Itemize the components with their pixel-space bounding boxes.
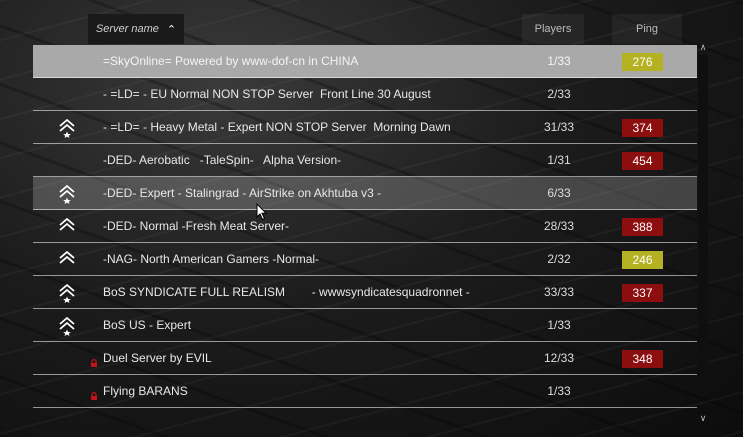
lock-icon [90, 354, 98, 367]
server-row[interactable]: Duel Server by EVIL 12/33 348 [33, 342, 697, 375]
server-row[interactable]: - =LD= - EU Normal NON STOP Server Front… [33, 78, 697, 111]
server-list: =SkyOnline= Powered by www-dof-cn in CHI… [33, 45, 697, 408]
ping-badge: 388 [622, 218, 663, 236]
mouse-cursor-icon [256, 203, 268, 221]
rank-chevron-icon [58, 250, 76, 270]
server-row[interactable]: -DED- Aerobatic -TaleSpin- Alpha Version… [33, 144, 697, 177]
server-name: =SkyOnline= Powered by www-dof-cn in CHI… [103, 54, 359, 68]
sort-server-name-button[interactable]: Server name ⌃ [88, 14, 184, 44]
rank-chevron-icon [58, 217, 76, 237]
player-count: 6/33 [547, 186, 571, 200]
server-name: BoS US - Expert [103, 318, 192, 332]
server-name-header-label: Server name [95, 23, 159, 35]
player-count: 1/31 [547, 153, 571, 167]
ping-badge: 276 [622, 53, 663, 71]
server-name: -NAG- North American Gamers -Normal- [103, 252, 320, 266]
player-count: 2/33 [547, 87, 571, 101]
sort-ping-button[interactable]: Ping [612, 14, 682, 44]
ping-badge: 348 [622, 350, 663, 368]
server-name: - =LD= - EU Normal NON STOP Server Front… [103, 87, 431, 101]
chevron-up-icon: ⌃ [166, 23, 177, 36]
scroll-down-icon[interactable]: ∨ [697, 413, 709, 423]
server-name: -DED- Expert - Stalingrad - AirStrike on… [103, 186, 382, 200]
scroll-up-icon[interactable]: ∧ [697, 42, 709, 52]
ping-badge: 246 [622, 251, 663, 269]
rank-chevron-star-icon [58, 118, 76, 138]
server-name: BoS SYNDICATE FULL REALISM - wwwsyndicat… [103, 285, 470, 299]
server-row[interactable]: -NAG- North American Gamers -Normal- 2/32… [33, 243, 697, 276]
scrollbar-thumb[interactable] [698, 55, 708, 395]
player-count: 2/32 [547, 252, 571, 266]
server-row[interactable]: Flying BARANS 1/33 [33, 375, 697, 408]
player-count: 31/33 [543, 120, 575, 134]
server-row[interactable]: - =LD= - Heavy Metal - Expert NON STOP S… [33, 111, 697, 144]
server-name: Duel Server by EVIL [103, 351, 212, 365]
rank-chevron-star-icon [58, 316, 76, 336]
server-name: Flying BARANS [103, 384, 188, 398]
player-count: 33/33 [543, 285, 575, 299]
server-row[interactable]: =SkyOnline= Powered by www-dof-cn in CHI… [33, 45, 697, 78]
column-header: Server name ⌃ Players Ping [0, 14, 743, 44]
server-row[interactable]: BoS SYNDICATE FULL REALISM - wwwsyndicat… [33, 276, 697, 309]
sort-players-button[interactable]: Players [522, 14, 584, 44]
ping-header-label: Ping [635, 23, 659, 35]
server-row[interactable]: -DED- Expert - Stalingrad - AirStrike on… [33, 177, 697, 210]
server-name: -DED- Aerobatic -TaleSpin- Alpha Version… [103, 153, 342, 167]
server-name: - =LD= - Heavy Metal - Expert NON STOP S… [103, 120, 451, 134]
lock-icon [90, 387, 98, 400]
ping-badge: 337 [622, 284, 663, 302]
player-count: 12/33 [543, 351, 575, 365]
rank-chevron-star-icon [58, 184, 76, 204]
player-count: 1/33 [547, 384, 571, 398]
scrollbar[interactable]: ∧ ∨ [697, 42, 709, 423]
server-row[interactable]: BoS US - Expert 1/33 [33, 309, 697, 342]
player-count: 1/33 [547, 54, 571, 68]
player-count: 28/33 [543, 219, 575, 233]
player-count: 1/33 [547, 318, 571, 332]
ping-badge: 374 [622, 119, 663, 137]
server-row[interactable]: -DED- Normal -Fresh Meat Server- 28/33 388 [33, 210, 697, 243]
rank-chevron-star-icon [58, 283, 76, 303]
ping-badge: 454 [622, 152, 663, 170]
players-header-label: Players [534, 23, 572, 35]
